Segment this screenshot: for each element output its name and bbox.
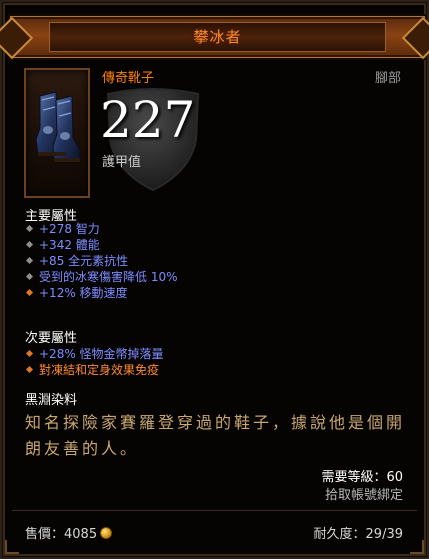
armored-boots-icon (35, 91, 81, 162)
grey-diamond-icon (25, 240, 34, 249)
durability: 耐久度：29/39 (313, 527, 403, 542)
property-item: +278 智力 (25, 221, 178, 237)
primary-properties-list: +278 智力 +342 體能 +85 全元素抗性 受到的冰寒傷害降低 10% … (25, 221, 178, 301)
item-icon-frame[interactable] (24, 68, 90, 198)
sell-price: 售價：4085 (25, 523, 113, 542)
armor-label: 護甲值 (102, 155, 142, 170)
header-title-plate: 攀冰者 (49, 22, 386, 52)
gold-coin-icon (100, 527, 113, 539)
flavor-text: 知名探險家賽羅登穿過的鞋子，據說他是個開朗友善的人。 (25, 413, 406, 458)
property-item: 對凍結和定身效果免疫 (25, 362, 164, 378)
orange-diamond-icon (25, 288, 34, 297)
item-name: 攀冰者 (193, 28, 242, 46)
property-item: +12% 移動速度 (25, 285, 178, 301)
dye-title: 黑淵染料 (25, 393, 78, 408)
item-type: 傳奇靴子 (102, 71, 155, 86)
property-item: +28% 怪物金幣掉落量 (25, 346, 164, 362)
required-level: 需要等級：60 (321, 470, 403, 485)
sell-price-text: 售價：4085 (25, 527, 98, 542)
footer-divider (12, 510, 417, 511)
item-slot: 腳部 (374, 71, 401, 86)
grey-diamond-icon (25, 224, 34, 233)
orange-diamond-icon (25, 365, 34, 374)
frame-corner-ornament (410, 540, 424, 554)
grey-diamond-icon (25, 272, 34, 281)
grey-diamond-icon (25, 256, 34, 265)
armor-value: 227 (100, 91, 196, 149)
secondary-properties-title: 次要屬性 (25, 331, 78, 346)
frame-corner-ornament (5, 540, 19, 554)
account-bound-label: 拾取帳號綁定 (324, 488, 403, 503)
property-item: +85 全元素抗性 (25, 253, 178, 269)
property-item: 受到的冰寒傷害降低 10% (25, 269, 178, 285)
secondary-properties-list: +28% 怪物金幣掉落量 對凍結和定身效果免疫 (25, 346, 164, 378)
tooltip-header: 攀冰者 (10, 16, 425, 58)
property-item: +342 體能 (25, 237, 178, 253)
item-tooltip: 攀冰者 傳奇靴子 腳部 227 護甲值 主要屬性 +278 智力 +342 體能… (0, 0, 429, 559)
orange-diamond-icon (25, 349, 34, 358)
